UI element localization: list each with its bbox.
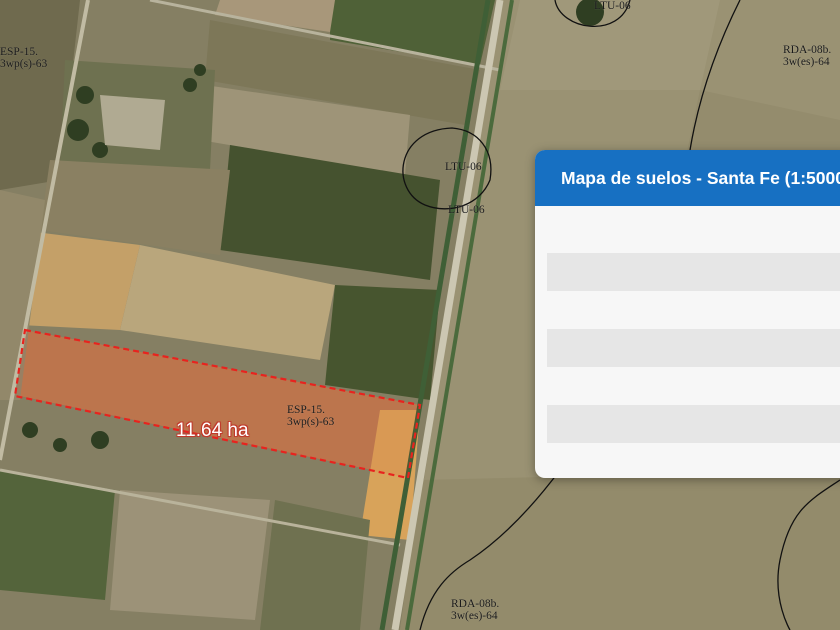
- panel-row[interactable]: [547, 329, 840, 367]
- field-s-1: [110, 490, 270, 620]
- panel-row[interactable]: [547, 405, 840, 443]
- soil-label-ltu06-top: LTU-06: [594, 0, 631, 12]
- soil-map-panel[interactable]: Mapa de suelos - Santa Fe (1:50000): [535, 150, 840, 478]
- farmstead-clearing: [100, 95, 165, 150]
- field-s-2: [260, 500, 370, 630]
- soil-label-ltu06-mid: LTU-06: [445, 161, 482, 173]
- field-east-2: [500, 0, 720, 90]
- soil-label-ltu06-low: LTU-06: [448, 204, 485, 216]
- panel-title: Mapa de suelos - Santa Fe (1:50000): [535, 150, 840, 206]
- panel-row[interactable]: [547, 253, 840, 291]
- area-measurement-label: 11.64 ha: [176, 420, 249, 441]
- soil-label-esp15-field: ESP-15. 3wp(s)-63: [287, 404, 335, 428]
- soil-label-esp15-left: ESP-15. 3wp(s)-63: [0, 46, 48, 70]
- soil-label-rda08b-bottom: RDA-08b. 3w(es)-64: [451, 598, 500, 622]
- soil-label-rda08b-top: RDA-08b. 3w(es)-64: [783, 44, 832, 68]
